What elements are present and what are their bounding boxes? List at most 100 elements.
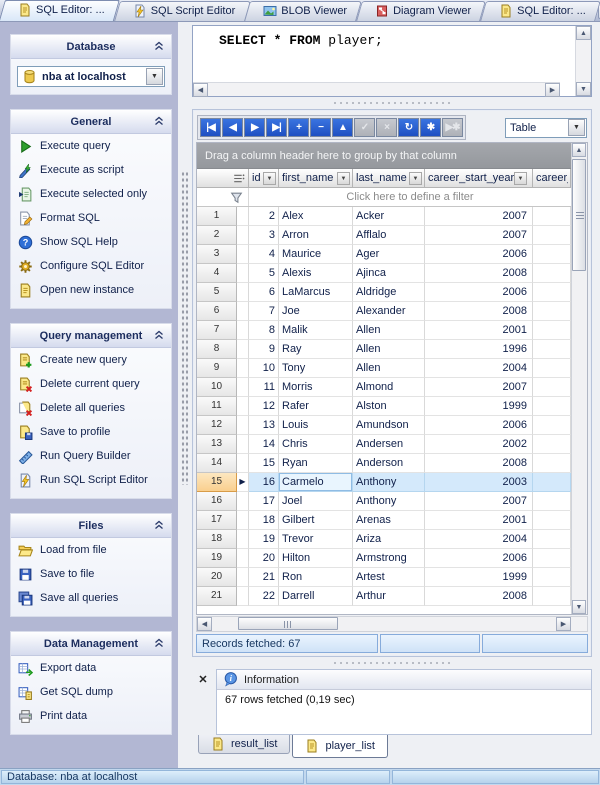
cell-id[interactable]: 15: [249, 454, 279, 473]
sql-editor-text[interactable]: SELECT * FROM player;: [193, 26, 575, 82]
tab-sql-script-editor-1[interactable]: SQL Script Editor: [117, 1, 248, 21]
cell-career_end[interactable]: [533, 359, 571, 378]
scrollbar-track[interactable]: [572, 157, 587, 600]
sql-editor[interactable]: SELECT * FROM player; ◀ ▶ ▲ ▼: [192, 25, 592, 97]
cell-last_name[interactable]: Ariza: [353, 530, 425, 549]
row-number[interactable]: 5: [197, 283, 237, 302]
cell-id[interactable]: 11: [249, 378, 279, 397]
cell-career_start_year[interactable]: 1996: [425, 340, 533, 359]
cell-last_name[interactable]: Aldridge: [353, 283, 425, 302]
cell-career_start_year[interactable]: 2006: [425, 283, 533, 302]
tab-blob-viewer-2[interactable]: BLOB Viewer: [247, 1, 359, 21]
row-number[interactable]: 13: [197, 435, 237, 454]
column-header-last-name[interactable]: last_name▼: [353, 169, 425, 188]
filter-funnel-cell[interactable]: [197, 188, 249, 206]
cell-id[interactable]: 4: [249, 245, 279, 264]
cell-career_end[interactable]: [533, 378, 571, 397]
group-by-bar[interactable]: Drag a column header here to group by th…: [197, 143, 571, 169]
cell-id[interactable]: 5: [249, 264, 279, 283]
table-row[interactable]: 1718GilbertArenas2001: [197, 511, 571, 530]
editor-horizontal-scrollbar[interactable]: ◀ ▶: [193, 82, 560, 96]
cell-last_name[interactable]: Amundson: [353, 416, 425, 435]
first-record-button[interactable]: |◀: [200, 118, 221, 137]
section-header-database[interactable]: Database: [11, 35, 171, 59]
cell-first_name[interactable]: Trevor: [279, 530, 353, 549]
cell-career_start_year[interactable]: 1999: [425, 397, 533, 416]
cell-first_name[interactable]: Carmelo: [279, 473, 353, 492]
cell-career_start_year[interactable]: 2008: [425, 264, 533, 283]
cell-career_end[interactable]: [533, 530, 571, 549]
scroll-right-button[interactable]: ▶: [545, 83, 560, 97]
cell-career_start_year[interactable]: 2007: [425, 492, 533, 511]
cell-career_end[interactable]: [533, 416, 571, 435]
cell-last_name[interactable]: Acker: [353, 207, 425, 226]
cell-career_end[interactable]: [533, 245, 571, 264]
row-number[interactable]: 10: [197, 378, 237, 397]
column-header-career-start-year[interactable]: career_start_year▼: [425, 169, 533, 188]
cell-id[interactable]: 3: [249, 226, 279, 245]
tab-sql-editor-0[interactable]: SQL Editor: ...: [2, 0, 117, 21]
scroll-left-button[interactable]: ◀: [193, 83, 208, 97]
cell-last_name[interactable]: Alston: [353, 397, 425, 416]
table-row-selected[interactable]: 15▶16CarmeloAnthony2003: [197, 473, 571, 492]
refresh-records-button[interactable]: ↻: [398, 118, 419, 137]
database-select[interactable]: nba at localhost▼: [17, 66, 165, 87]
scrollbar-thumb[interactable]: [572, 159, 586, 271]
cell-id[interactable]: 9: [249, 340, 279, 359]
row-number[interactable]: 17: [197, 511, 237, 530]
cell-last_name[interactable]: Alexander: [353, 302, 425, 321]
sidebar-item-load-from-file[interactable]: Load from file: [11, 538, 171, 562]
section-header-files[interactable]: Files: [11, 514, 171, 538]
cell-first_name[interactable]: Joel: [279, 492, 353, 511]
row-number[interactable]: 15: [197, 473, 237, 492]
row-number[interactable]: 8: [197, 340, 237, 359]
column-filter-dropdown[interactable]: ▼: [514, 172, 527, 185]
cell-career_start_year[interactable]: 2008: [425, 454, 533, 473]
row-number[interactable]: 19: [197, 549, 237, 568]
table-row[interactable]: 1011MorrisAlmond2007: [197, 378, 571, 397]
column-filter-dropdown[interactable]: ▼: [337, 172, 350, 185]
cell-last_name[interactable]: Anthony: [353, 473, 425, 492]
table-row[interactable]: 1415RyanAnderson2008: [197, 454, 571, 473]
cell-id[interactable]: 14: [249, 435, 279, 454]
scroll-up-button[interactable]: ▲: [572, 143, 586, 157]
table-row[interactable]: 2021RonArtest1999: [197, 568, 571, 587]
sidebar-item-execute-query[interactable]: Execute query: [11, 134, 171, 158]
grid-vertical-scrollbar[interactable]: ▲ ▼: [571, 143, 587, 614]
sidebar-item-get-sql-dump[interactable]: Get SQL dump: [11, 680, 171, 704]
collapse-chevron-icon[interactable]: [153, 115, 165, 127]
cell-career_end[interactable]: [533, 340, 571, 359]
cell-career_end[interactable]: [533, 473, 571, 492]
cell-first_name[interactable]: Malik: [279, 321, 353, 340]
sidebar-item-save-all-queries[interactable]: Save all queries: [11, 586, 171, 610]
row-number[interactable]: 2: [197, 226, 237, 245]
cell-first_name[interactable]: Alexis: [279, 264, 353, 283]
cell-last_name[interactable]: Allen: [353, 321, 425, 340]
horizontal-splitter[interactable]: [192, 97, 592, 109]
cell-career_start_year[interactable]: 2007: [425, 378, 533, 397]
scrollbar-thumb[interactable]: [238, 617, 338, 630]
cell-career_start_year[interactable]: 2007: [425, 226, 533, 245]
scroll-down-button[interactable]: ▼: [572, 600, 586, 614]
cell-first_name[interactable]: Darrell: [279, 587, 353, 606]
sidebar-item-save-to-file[interactable]: Save to file: [11, 562, 171, 586]
cell-career_end[interactable]: [533, 397, 571, 416]
table-row[interactable]: 12AlexAcker2007: [197, 207, 571, 226]
cell-career_start_year[interactable]: 2007: [425, 207, 533, 226]
query-tab-result-list[interactable]: result_list: [198, 735, 290, 754]
cell-first_name[interactable]: Arron: [279, 226, 353, 245]
scroll-down-button[interactable]: ▼: [576, 82, 591, 96]
sidebar-item-print-data[interactable]: Print data: [11, 704, 171, 728]
cell-career_start_year[interactable]: 2006: [425, 549, 533, 568]
chevron-down-icon[interactable]: ▼: [568, 119, 585, 136]
delete-record-button[interactable]: −: [310, 118, 331, 137]
cell-first_name[interactable]: Chris: [279, 435, 353, 454]
table-row[interactable]: 34MauriceAger2006: [197, 245, 571, 264]
collapse-chevron-icon[interactable]: [153, 329, 165, 341]
row-number[interactable]: 20: [197, 568, 237, 587]
cell-id[interactable]: 13: [249, 416, 279, 435]
scroll-up-button[interactable]: ▲: [576, 26, 591, 40]
prior-record-button[interactable]: ◀: [222, 118, 243, 137]
cell-career_start_year[interactable]: 2006: [425, 245, 533, 264]
cell-career_start_year[interactable]: 2004: [425, 359, 533, 378]
